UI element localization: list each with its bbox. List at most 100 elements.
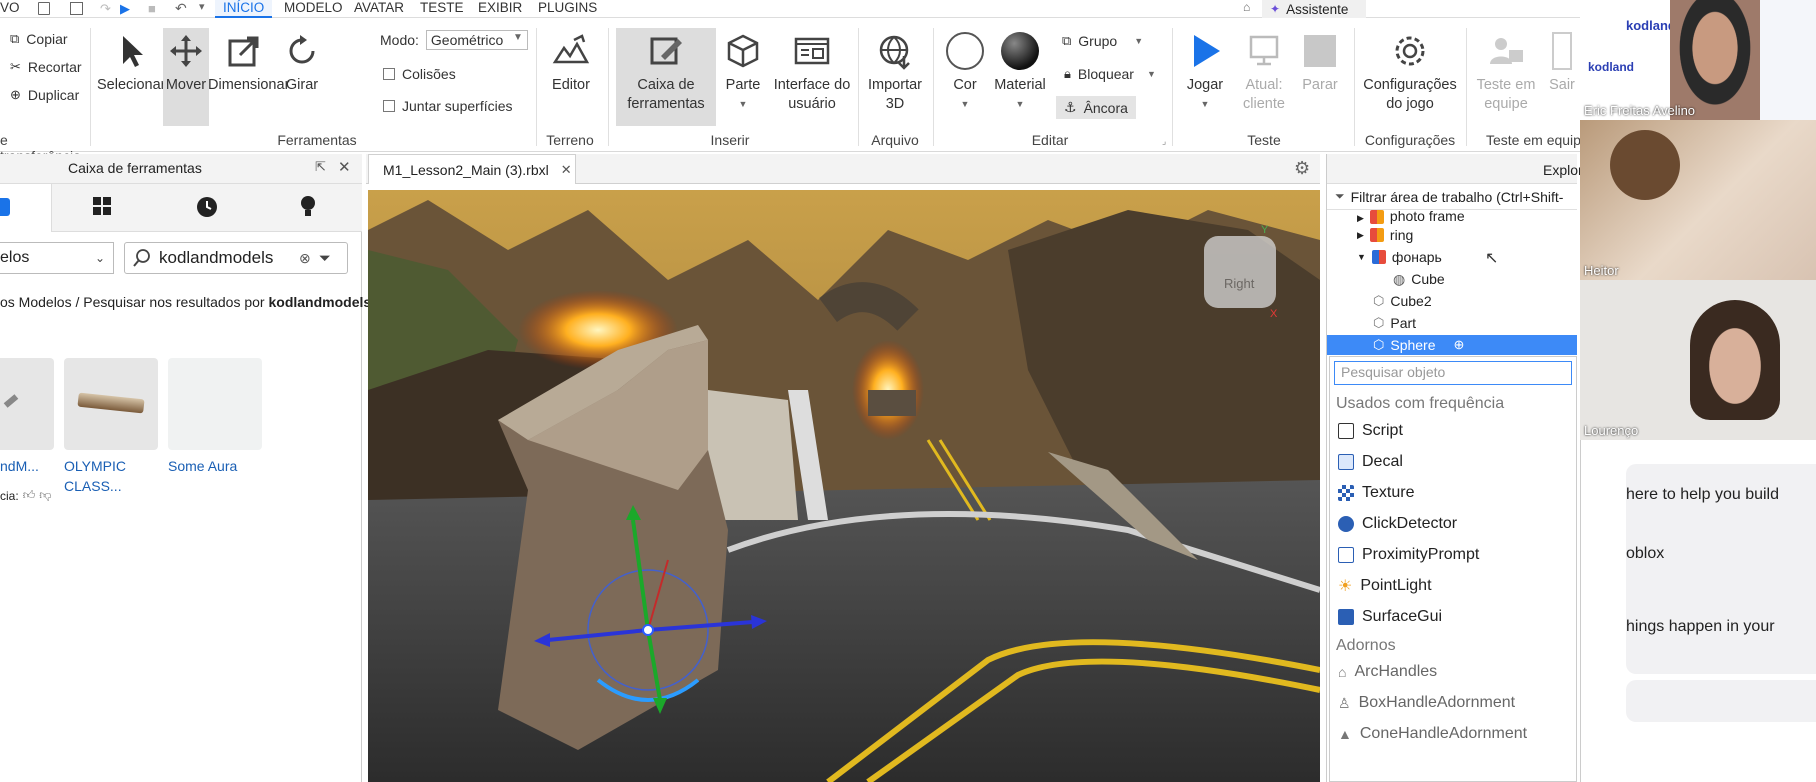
undo-icon[interactable]: ↶	[175, 0, 187, 17]
toolbox-button[interactable]: Caixa de ferramentas	[616, 28, 716, 126]
model-thumbnail[interactable]	[0, 358, 54, 450]
collapse-ribbon-icon[interactable]: ⌂	[1243, 0, 1250, 14]
close-icon[interactable]: ✕	[561, 162, 572, 178]
view-settings-gear-icon[interactable]: ⚙	[1294, 158, 1310, 179]
menu-file[interactable]: VO	[0, 0, 20, 18]
tab-creations[interactable]	[300, 195, 316, 222]
insert-item-texture[interactable]: Texture	[1338, 480, 1414, 506]
insert-item-label: ClickDetector	[1362, 515, 1458, 532]
stop-button[interactable]: Parar	[1298, 32, 1342, 95]
add-child-icon[interactable]: ⊕	[1454, 337, 1465, 353]
collapse-arrow-icon[interactable]: ▼	[1357, 252, 1366, 262]
divider	[1172, 28, 1173, 146]
material-button[interactable]: Material ▼	[990, 32, 1050, 114]
view-cube[interactable]: Right	[1204, 236, 1276, 308]
user-interface-label: Interface do usuário	[773, 77, 851, 112]
open-file-icon[interactable]	[70, 2, 83, 15]
menu-test[interactable]: TESTE	[420, 0, 464, 18]
tab-marketplace[interactable]	[0, 184, 52, 232]
import-3d-button[interactable]: Importar 3D	[862, 32, 928, 114]
team-test-button[interactable]: Teste em equipe	[1470, 32, 1542, 114]
part-button[interactable]: Parte ▼	[718, 32, 768, 114]
insert-item-proximityprompt[interactable]: ProximityPrompt	[1338, 542, 1479, 568]
insert-item-archandles[interactable]: ⌂ ArcHandles	[1338, 659, 1437, 685]
cut-button[interactable]: ✂ Recortar	[10, 59, 82, 75]
user-interface-button[interactable]: Interface do usuário	[770, 32, 854, 114]
tree-item-part[interactable]: ⬡ Part	[1373, 312, 1416, 334]
new-file-icon[interactable]	[38, 2, 50, 15]
model-title[interactable]: Some Aura	[168, 456, 262, 476]
insert-item-boxhandleadornment[interactable]: ♙ BoxHandleAdornment	[1338, 690, 1515, 716]
rotate-button[interactable]: Girar	[280, 32, 324, 95]
model-thumbnail[interactable]	[168, 358, 262, 450]
join-surfaces-checkbox[interactable]	[383, 100, 395, 112]
lock-button[interactable]: 🔒︎ Bloquear ▼	[1064, 66, 1156, 82]
menu-view[interactable]: EXIBIR	[478, 0, 522, 18]
participant-tile[interactable]: Heitor	[1580, 120, 1816, 280]
insert-item-conehandleadornment[interactable]: ▲ ConeHandleAdornment	[1338, 721, 1527, 747]
quick-access-dropdown-icon[interactable]: ▾	[199, 0, 205, 13]
insert-item-pointlight[interactable]: ☀︎ PointLight	[1338, 573, 1432, 599]
tree-item-sphere[interactable]: ⬡ Sphere ⊕	[1373, 334, 1464, 356]
insert-item-surfacegui[interactable]: SurfaceGui	[1338, 604, 1442, 630]
move-button[interactable]: Mover	[163, 28, 209, 126]
tree-item-cube2[interactable]: ⬡ Cube2	[1373, 290, 1432, 312]
join-surfaces-toggle[interactable]: Juntar superfícies	[383, 98, 513, 114]
tab-place-file[interactable]: M1_Lesson2_Main (3).rbxl ✕	[368, 154, 576, 184]
terrain-editor-button[interactable]: Editor	[545, 32, 597, 95]
toolbox-search-field[interactable]: kodlandmodels ⊗ ⏷	[124, 242, 348, 274]
expand-arrow-icon[interactable]: ▶	[1357, 213, 1364, 224]
model-thumbnail[interactable]	[64, 358, 158, 450]
expand-arrow-icon[interactable]: ▶	[1357, 230, 1364, 241]
tab-inventory[interactable]	[92, 196, 112, 216]
copy-button[interactable]: ⧉ Copiar	[10, 31, 68, 47]
toolbox-search-input[interactable]: kodlandmodels	[159, 248, 291, 268]
mode-dropdown[interactable]: Geométrico ▼	[425, 30, 528, 50]
redo-icon[interactable]: ↷	[100, 1, 111, 17]
model-title[interactable]: ndM...	[0, 456, 54, 476]
menu-avatar[interactable]: AVATAR	[354, 0, 404, 18]
color-button[interactable]: Cor ▼	[940, 32, 990, 114]
model-title[interactable]: OLYMPIC CLASS...	[64, 456, 158, 496]
tree-item-ring[interactable]: ▶ ring	[1357, 224, 1413, 246]
popout-icon[interactable]: ⇱	[315, 159, 326, 175]
close-icon[interactable]: ✕	[338, 158, 351, 176]
explorer-filter-field[interactable]: ⏷ Filtrar área de trabalho (Ctrl+Shift-	[1327, 184, 1577, 210]
toolbox-label: Caixa de ferramentas	[627, 77, 705, 112]
chevron-down-icon: ▼	[1200, 99, 1210, 109]
play-button[interactable]: Jogar ▼	[1180, 32, 1230, 114]
tab-recent[interactable]	[196, 196, 218, 221]
insert-item-decal[interactable]: Decal	[1338, 449, 1403, 475]
clear-search-icon[interactable]: ⊗	[299, 250, 311, 267]
category-dropdown[interactable]: elos ⌄	[0, 242, 114, 274]
insert-item-clickdetector[interactable]: ClickDetector	[1338, 511, 1457, 537]
anchor-button[interactable]: ⚓︎ Âncora	[1056, 96, 1136, 119]
game-settings-button[interactable]: Configurações do jogo	[1358, 32, 1462, 114]
exit-game-button[interactable]: Sair	[1544, 32, 1580, 95]
menu-home[interactable]: INÍCIO	[215, 0, 273, 18]
participant-tile[interactable]: kodland kodland Eric Freitas Avelino	[1580, 0, 1816, 120]
play-icon[interactable]: ▶	[120, 1, 130, 17]
3d-viewport[interactable]: Right Y X	[368, 190, 1320, 782]
menu-plugins[interactable]: PLUGINS	[538, 0, 597, 18]
collisions-toggle[interactable]: Colisões	[383, 66, 456, 82]
insert-object-search-input[interactable]: Pesquisar objeto	[1334, 361, 1572, 385]
tree-item-cube[interactable]: ◍ Cube	[1393, 268, 1445, 290]
duplicate-button[interactable]: ⊕ Duplicar	[10, 87, 79, 103]
tree-item-lantern[interactable]: ▼ фонарь	[1357, 246, 1442, 268]
filter-icon[interactable]: ⏷	[319, 250, 331, 267]
tree-item-photo-frame[interactable]: ▶ photo frame	[1357, 210, 1465, 224]
select-button[interactable]: Selecionar	[97, 32, 166, 95]
assistant-button[interactable]: ✦ Assistente	[1262, 0, 1366, 18]
current-client-button[interactable]: Atual: cliente	[1232, 32, 1296, 114]
part-label: Parte	[725, 77, 761, 93]
menu-model[interactable]: MODELO	[284, 0, 343, 18]
cone-adornment-icon: ▲	[1338, 726, 1352, 742]
stop-icon[interactable]: ■	[148, 1, 156, 16]
scale-button[interactable]: Dimensionar	[208, 32, 289, 95]
group-button[interactable]: ⧉ Grupo ▼	[1062, 33, 1143, 49]
expand-icon[interactable]: ⌟	[1162, 136, 1166, 147]
participant-tile[interactable]: Lourenço	[1580, 280, 1816, 440]
insert-item-script[interactable]: Script	[1338, 418, 1403, 444]
collisions-checkbox[interactable]	[383, 68, 395, 80]
